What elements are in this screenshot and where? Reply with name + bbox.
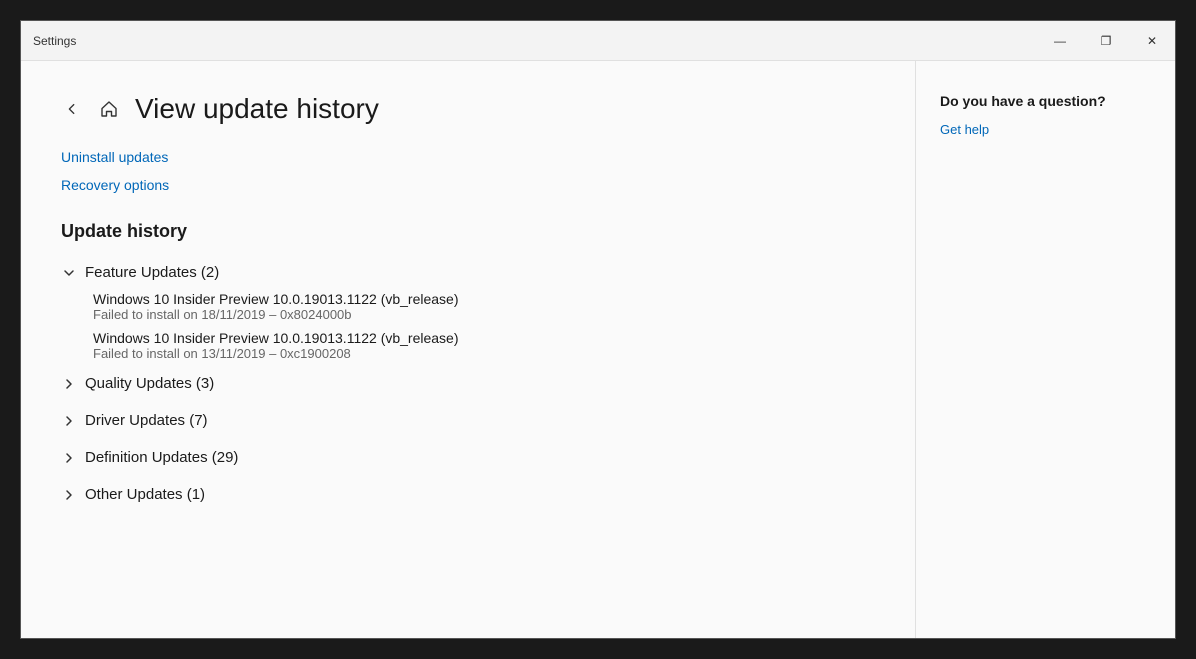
feature-updates-content: Windows 10 Insider Preview 10.0.19013.11… xyxy=(61,291,875,361)
section-title: Update history xyxy=(61,221,875,242)
other-updates-header[interactable]: Other Updates (1) xyxy=(61,480,875,509)
feature-update-name-1: Windows 10 Insider Preview 10.0.19013.11… xyxy=(93,291,875,307)
feature-update-status-1: Failed to install on 18/11/2019 – 0x8024… xyxy=(93,307,875,322)
feature-updates-header[interactable]: Feature Updates (2) xyxy=(61,258,875,287)
titlebar-title: Settings xyxy=(33,34,76,48)
right-sidebar: Do you have a question? Get help xyxy=(915,61,1175,638)
definition-updates-label: Definition Updates (29) xyxy=(85,449,238,466)
close-button[interactable]: ✕ xyxy=(1129,21,1175,61)
feature-updates-label: Feature Updates (2) xyxy=(85,264,219,281)
other-updates-chevron xyxy=(61,487,77,503)
quality-updates-header[interactable]: Quality Updates (3) xyxy=(61,369,875,398)
get-help-link[interactable]: Get help xyxy=(940,122,989,137)
feature-update-name-2: Windows 10 Insider Preview 10.0.19013.11… xyxy=(93,330,875,346)
uninstall-updates-link[interactable]: Uninstall updates xyxy=(61,149,875,165)
definition-updates-chevron xyxy=(61,450,77,466)
settings-window: Settings — ❐ ✕ View upd xyxy=(20,20,1176,639)
definition-updates-category: Definition Updates (29) xyxy=(61,443,875,472)
main-area: View update history Uninstall updates Re… xyxy=(21,61,915,638)
quality-updates-category: Quality Updates (3) xyxy=(61,369,875,398)
home-icon xyxy=(99,99,119,119)
titlebar-left: Settings xyxy=(33,34,76,48)
other-updates-label: Other Updates (1) xyxy=(85,486,205,503)
minimize-button[interactable]: — xyxy=(1037,21,1083,61)
driver-updates-label: Driver Updates (7) xyxy=(85,412,208,429)
links-section: Uninstall updates Recovery options xyxy=(61,149,875,193)
driver-updates-header[interactable]: Driver Updates (7) xyxy=(61,406,875,435)
update-history-section: Update history Feature Updates (2) W xyxy=(61,221,875,509)
definition-updates-header[interactable]: Definition Updates (29) xyxy=(61,443,875,472)
driver-updates-category: Driver Updates (7) xyxy=(61,406,875,435)
maximize-button[interactable]: ❐ xyxy=(1083,21,1129,61)
titlebar-controls: — ❐ ✕ xyxy=(1037,21,1175,61)
back-button[interactable] xyxy=(61,98,83,120)
driver-updates-chevron xyxy=(61,413,77,429)
quality-updates-chevron xyxy=(61,376,77,392)
feature-updates-chevron xyxy=(61,265,77,281)
feature-update-status-2: Failed to install on 13/11/2019 – 0xc190… xyxy=(93,346,875,361)
feature-update-item-2: Windows 10 Insider Preview 10.0.19013.11… xyxy=(93,330,875,361)
page-title: View update history xyxy=(135,93,379,125)
help-title: Do you have a question? xyxy=(940,93,1151,109)
feature-updates-category: Feature Updates (2) Windows 10 Insider P… xyxy=(61,258,875,361)
titlebar: Settings — ❐ ✕ xyxy=(21,21,1175,61)
back-icon xyxy=(65,102,79,116)
quality-updates-label: Quality Updates (3) xyxy=(85,375,214,392)
feature-update-item-1: Windows 10 Insider Preview 10.0.19013.11… xyxy=(93,291,875,322)
recovery-options-link[interactable]: Recovery options xyxy=(61,177,875,193)
content-area: View update history Uninstall updates Re… xyxy=(21,61,1175,638)
home-icon-wrapper xyxy=(99,99,119,119)
page-header: View update history xyxy=(61,93,875,125)
other-updates-category: Other Updates (1) xyxy=(61,480,875,509)
